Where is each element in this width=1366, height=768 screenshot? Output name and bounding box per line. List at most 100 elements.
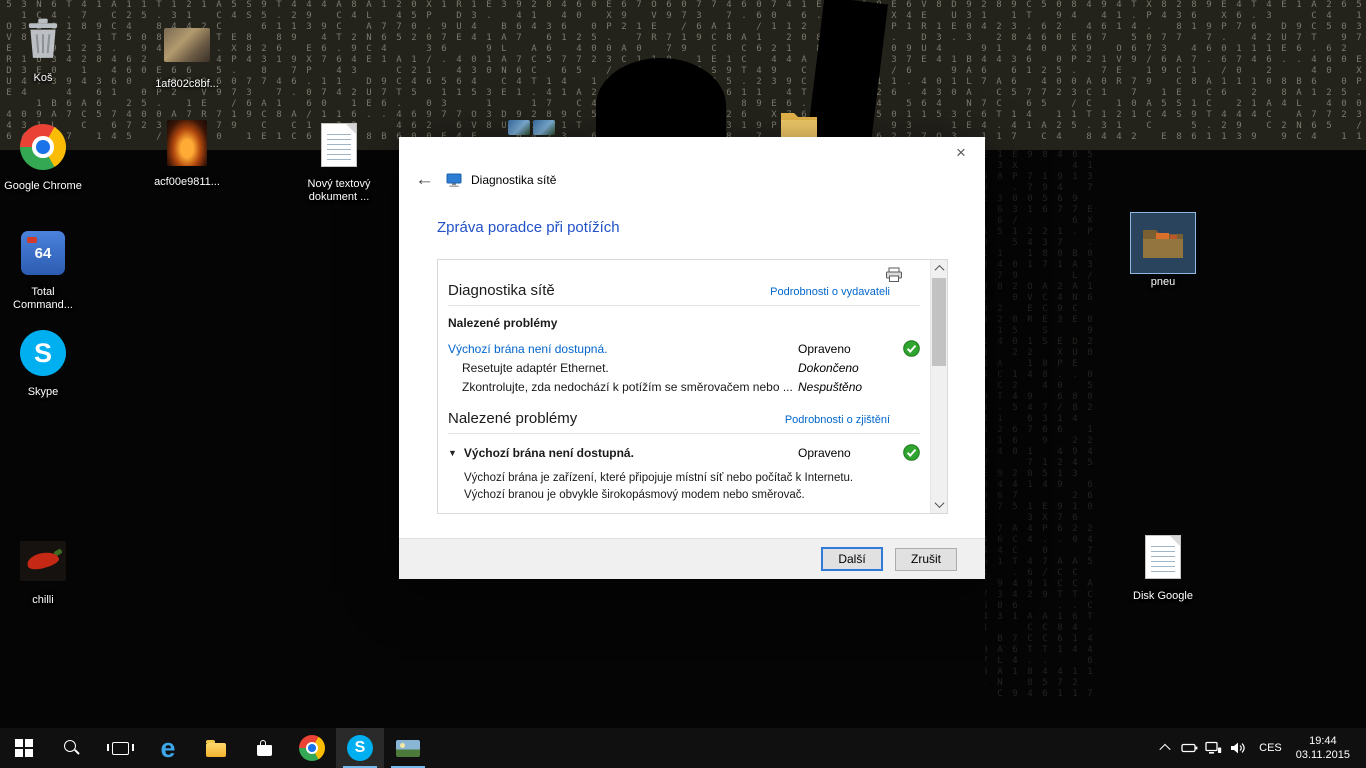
fixed-check-icon	[894, 444, 920, 461]
chrome-icon	[20, 124, 66, 170]
skype-button[interactable]: S	[336, 728, 384, 768]
task-view-icon	[112, 742, 129, 755]
photos-button[interactable]	[384, 728, 432, 768]
fixed-check-icon	[894, 340, 920, 357]
system-tray: CES 19:44 03.11.2015	[1153, 728, 1366, 768]
status-text: Dokončeno	[798, 361, 894, 375]
taskbar: e S	[0, 728, 1366, 768]
volume-icon[interactable]	[1225, 728, 1249, 768]
chrome-button[interactable]	[288, 728, 336, 768]
desktop-icon-image-acf[interactable]: acf00e9811...	[148, 112, 226, 189]
windows-logo-icon	[15, 739, 33, 757]
problem-link[interactable]: Výchozí brána není dostupná.	[448, 342, 798, 356]
date: 03.11.2015	[1296, 748, 1350, 762]
desktop-icon-label: Total Command...	[4, 286, 82, 312]
desktop-icon-label: chilli	[32, 594, 53, 607]
file-explorer-button[interactable]	[192, 728, 240, 768]
problem-title: Výchozí brána není dostupná.	[464, 446, 634, 460]
close-icon[interactable]: ×	[945, 141, 977, 165]
chrome-icon	[299, 735, 325, 761]
clock[interactable]: 19:44 03.11.2015	[1292, 734, 1360, 762]
titlebar: ×	[399, 137, 985, 167]
text-document-icon	[321, 123, 357, 167]
description-line: Výchozí branou je obvykle širokopásmový …	[464, 487, 920, 504]
skype-icon: S	[347, 735, 373, 761]
network-diagnostics-icon	[446, 172, 462, 188]
desktop-icon-label: Disk Google	[1133, 590, 1193, 603]
cancel-button[interactable]: Zrušit	[895, 548, 957, 571]
battery-icon[interactable]	[1177, 728, 1201, 768]
page-title: Zpráva poradce při potížích	[437, 219, 985, 236]
desktop-icon-label: Koš	[34, 72, 53, 85]
problems-found-header: Nalezené problémy	[448, 316, 920, 330]
desktop-icon-image-1af[interactable]: 1af802c8bf...	[148, 14, 226, 91]
photos-icon	[396, 740, 420, 757]
publisher-details-link[interactable]: Podrobnosti o vydavateli	[770, 286, 890, 298]
desktop-icon-recycle-bin[interactable]: Koš	[4, 8, 82, 85]
back-icon[interactable]: ←	[415, 170, 437, 190]
dialog-footer: Další Zrušit	[399, 538, 985, 579]
problem-detail-row: ▼ Výchozí brána není dostupná. Opraveno	[448, 443, 920, 462]
document-icon	[1145, 535, 1181, 579]
next-button[interactable]: Další	[821, 547, 883, 571]
status-text: Nespuštěno	[798, 380, 894, 394]
app-title: Diagnostika sítě	[471, 173, 556, 187]
desktop-icon-chilli[interactable]: chilli	[4, 530, 82, 607]
network-icon[interactable]	[1201, 728, 1225, 768]
report-content: Diagnostika sítě Podrobnosti o vydavatel…	[438, 260, 930, 513]
desktop-icon-label: Skype	[28, 386, 59, 399]
wallpaper-pattern-side: 5137 EXP.03/16 0920 0502 1245 660 2475 A…	[985, 150, 1097, 710]
desktop-icon-photos-cluster[interactable]	[492, 120, 570, 135]
step-row: Zkontrolujte, zda nedochází k potížím se…	[448, 377, 920, 396]
recycle-bin-icon	[24, 17, 62, 61]
fire-image-thumbnail-icon	[167, 120, 207, 166]
problem-description: Výchozí brána je zařízení, které připoju…	[448, 470, 920, 504]
troubleshooter-window: × ← Diagnostika sítě Zpráva poradce při …	[399, 137, 985, 579]
desktop-icon-label: Nový textový dokument ...	[300, 178, 378, 204]
step-row: Resetujte adaptér Ethernet. Dokončeno	[448, 358, 920, 377]
desktop-icon-label: Google Chrome	[4, 180, 82, 193]
section-title: Diagnostika sítě	[448, 282, 555, 299]
desktop-icon-label: 1af802c8bf...	[155, 78, 219, 91]
open-folder-icon	[1141, 224, 1185, 262]
file-explorer-icon	[206, 743, 226, 757]
status-text: Opraveno	[798, 446, 894, 460]
scroll-down-icon[interactable]	[931, 496, 948, 513]
desktop-icon-pneu[interactable]: pneu	[1124, 212, 1202, 289]
store-icon	[257, 745, 272, 756]
section-title: Nalezené problémy	[448, 410, 577, 427]
print-icon[interactable]	[885, 267, 903, 283]
problem-row: Výchozí brána není dostupná. Opraveno	[448, 339, 920, 358]
task-view-button[interactable]	[96, 728, 144, 768]
search-icon	[64, 740, 81, 757]
tray-chevron-up-icon[interactable]	[1153, 728, 1177, 768]
edge-icon: e	[160, 735, 175, 762]
wizard-header: ← Diagnostika sítě	[399, 167, 985, 193]
collapse-icon[interactable]: ▼	[448, 448, 457, 458]
step-text: Zkontrolujte, zda nedochází k potížím se…	[448, 380, 798, 394]
report-panel: Diagnostika sítě Podrobnosti o vydavatel…	[437, 259, 948, 514]
scroll-up-icon[interactable]	[931, 260, 948, 277]
desktop-icon-google-chrome[interactable]: Google Chrome	[4, 116, 82, 193]
edge-button[interactable]: e	[144, 728, 192, 768]
store-button[interactable]	[240, 728, 288, 768]
photo-thumbnails-icon	[508, 120, 555, 135]
language-indicator[interactable]: CES	[1249, 728, 1292, 768]
desktop-icon-text-document[interactable]: Nový textový dokument ...	[300, 114, 378, 204]
scrollbar-thumb[interactable]	[932, 278, 946, 366]
desktop-icon-skype[interactable]: S Skype	[4, 322, 82, 399]
description-line: Výchozí brána je zařízení, které připoju…	[464, 470, 920, 487]
desktop-icon-disk-google[interactable]: Disk Google	[1124, 526, 1202, 603]
total-commander-icon: 64	[21, 231, 65, 275]
start-button[interactable]	[0, 728, 48, 768]
step-text: Resetujte adaptér Ethernet.	[448, 361, 798, 375]
image-thumbnail-icon	[164, 28, 210, 62]
search-button[interactable]	[48, 728, 96, 768]
detection-details-link[interactable]: Podrobnosti o zjištění	[785, 414, 890, 426]
desktop-icon-total-commander[interactable]: 64 Total Command...	[4, 222, 82, 312]
time: 19:44	[1296, 734, 1350, 748]
scrollbar[interactable]	[930, 260, 947, 513]
skype-icon: S	[20, 330, 66, 376]
desktop-icon-label: acf00e9811...	[154, 176, 220, 189]
desktop-icon-label: pneu	[1151, 276, 1175, 289]
